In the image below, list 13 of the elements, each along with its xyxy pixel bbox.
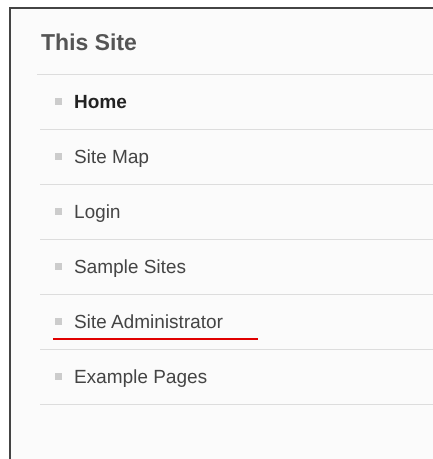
nav-link[interactable]: Example Pages [74, 367, 208, 389]
nav-link[interactable]: Site Map [74, 147, 149, 169]
nav-link[interactable]: Sample Sites [74, 257, 186, 279]
nav-link[interactable]: Home [74, 92, 127, 114]
square-bullet-icon [55, 318, 62, 324]
square-bullet-icon [55, 372, 62, 380]
square-bullet-icon [55, 98, 62, 104]
square-bullet-icon [55, 152, 62, 160]
nav-link[interactable]: Login [74, 202, 120, 224]
square-bullet-icon [55, 262, 62, 270]
panel-title: This Site [37, 9, 433, 75]
square-bullet-icon [55, 208, 62, 214]
nav-link[interactable]: Site Administrator [74, 312, 223, 334]
